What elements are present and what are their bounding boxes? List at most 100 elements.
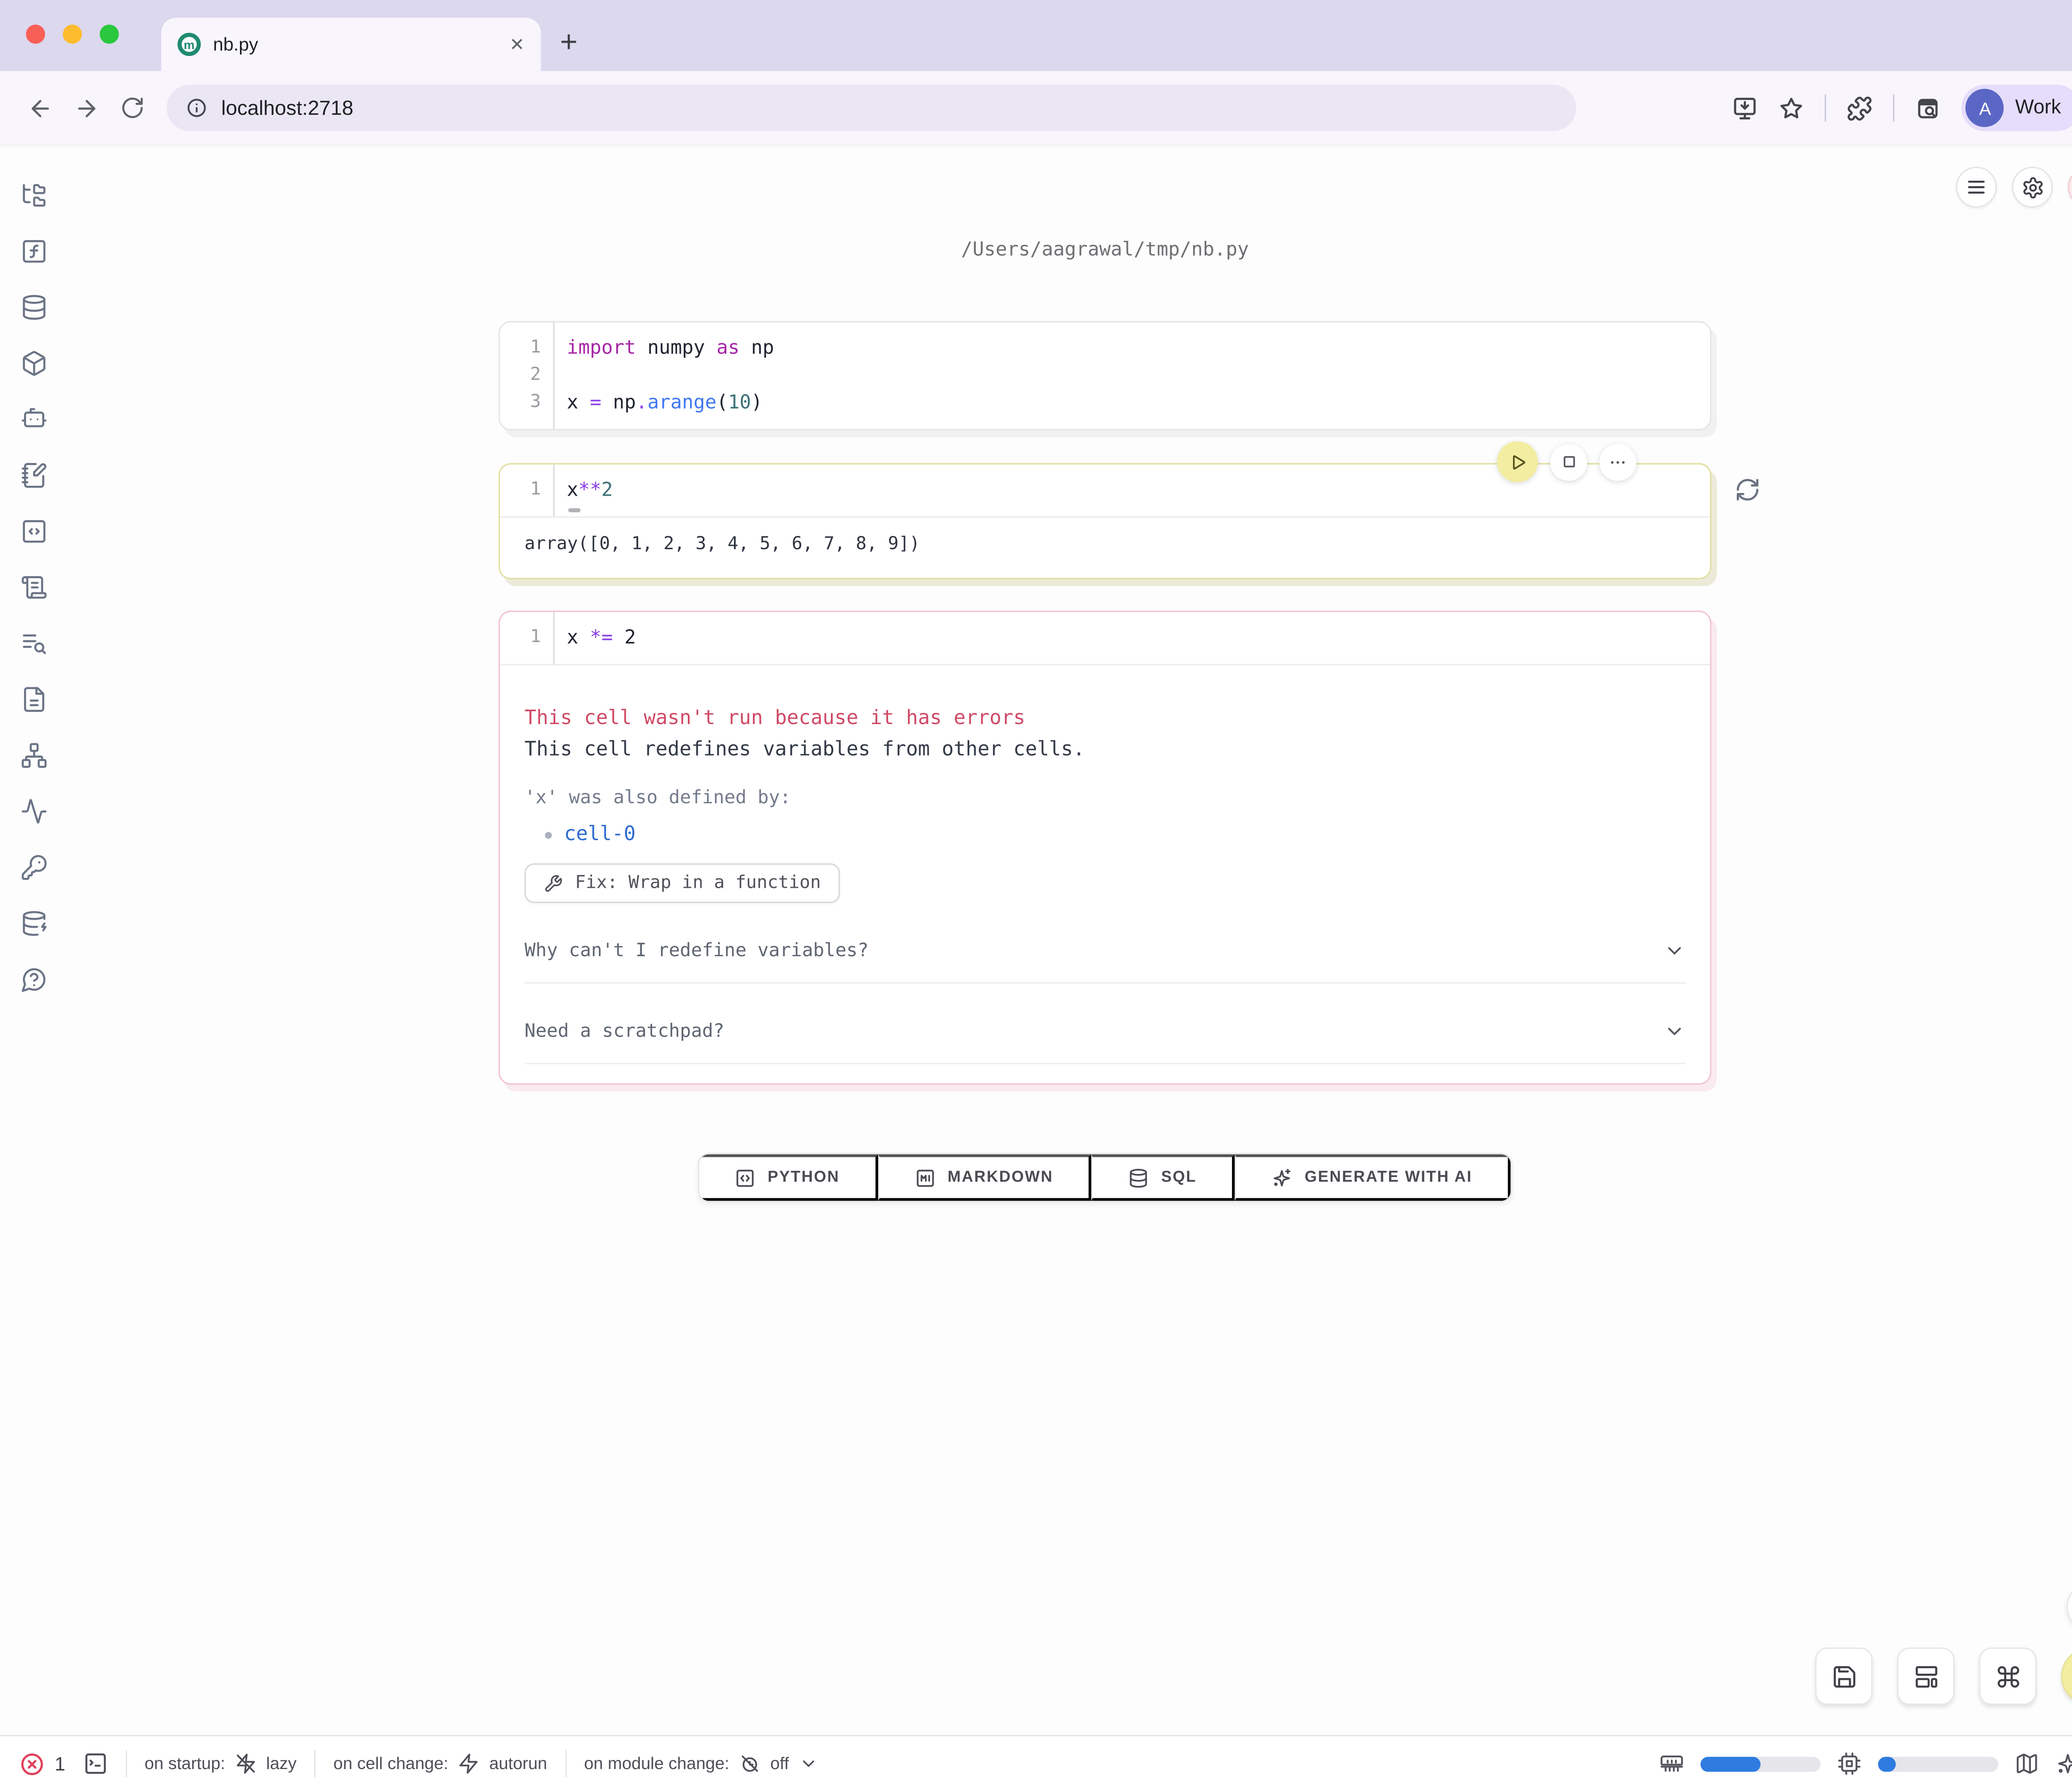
snippets-icon[interactable] — [20, 518, 48, 545]
code-editor[interactable]: import numpy as np x = np.arange(10) — [554, 322, 1710, 429]
minimap-toggle-button[interactable] — [2067, 1583, 2072, 1630]
datasources-icon[interactable] — [20, 294, 48, 321]
code-editor[interactable]: x *= 2 — [554, 612, 1710, 664]
statusbar-divider — [126, 1750, 127, 1777]
tab-search-icon[interactable] — [1915, 95, 1941, 121]
code-line[interactable]: import numpy as np — [567, 334, 1710, 362]
new-tab-button[interactable]: + — [560, 24, 577, 60]
zap-icon — [458, 1753, 480, 1775]
cell-error-panel: This cell wasn't run because it has erro… — [500, 665, 1710, 1083]
extensions-puzzle-icon[interactable] — [1847, 95, 1873, 121]
help-icon[interactable] — [20, 966, 48, 993]
add-python-cell-button[interactable]: PYTHON — [700, 1154, 878, 1201]
scratchpad-icon[interactable] — [20, 462, 48, 489]
cell-more-options-button[interactable] — [1599, 444, 1636, 480]
tracing-icon[interactable] — [20, 798, 48, 825]
zoom-window-button[interactable] — [100, 24, 119, 44]
fix-button-label: Fix: Wrap in a function — [575, 873, 821, 893]
error-count-indicator[interactable]: 1 — [19, 1751, 65, 1777]
generate-with-ai-button[interactable]: GENERATE WITH AI — [1235, 1154, 1510, 1201]
code-icon — [735, 1167, 755, 1188]
window-controls — [26, 24, 119, 44]
minimap-icon[interactable] — [2014, 1751, 2039, 1776]
error-defined-by-item: cell-0 — [525, 824, 1686, 846]
command-icon — [1995, 1663, 2021, 1689]
add-sql-label: SQL — [1161, 1169, 1197, 1186]
toolbar-right-icons: A Work — [1733, 85, 2072, 131]
line-number: 1 — [500, 624, 541, 652]
faq-scratchpad-accordion[interactable]: Need a scratchpad? — [525, 1003, 1686, 1064]
save-icon — [1831, 1663, 1857, 1689]
cache-icon[interactable] — [20, 910, 48, 937]
on-module-change-setting[interactable]: on module change: off — [584, 1753, 818, 1775]
error-title: This cell wasn't run because it has erro… — [525, 708, 1686, 729]
variables-icon[interactable] — [20, 238, 48, 265]
terminal-button[interactable] — [83, 1751, 107, 1776]
markdown-icon — [915, 1167, 935, 1188]
on-module-change-value: off — [770, 1754, 789, 1773]
documentation-icon[interactable] — [20, 574, 48, 601]
code-line[interactable] — [567, 362, 1710, 389]
reload-button[interactable] — [109, 85, 156, 131]
watch-off-icon — [739, 1753, 761, 1775]
on-startup-label: on startup: — [145, 1754, 225, 1773]
layout-toggle-button[interactable] — [1897, 1648, 1954, 1705]
on-cell-change-value: autorun — [489, 1754, 547, 1773]
notebook-column: /Users/aagrawal/tmp/nb.py 123 import num… — [68, 145, 2072, 1735]
database-icon — [1128, 1167, 1149, 1188]
resource-indicators — [1660, 1751, 2072, 1777]
on-cell-change-setting[interactable]: on cell change: autorun — [334, 1753, 547, 1775]
ram-usage-meter — [1700, 1756, 1820, 1771]
interrupt-cell-button[interactable] — [1550, 444, 1587, 480]
refresh-stale-cell-button[interactable] — [1735, 477, 1761, 503]
address-bar[interactable]: localhost:2718 — [167, 85, 1576, 131]
faq-redefine-accordion[interactable]: Why can't I redefine variables? — [525, 922, 1686, 984]
faq-redefine-label: Why can't I redefine variables? — [525, 940, 869, 962]
code-cell-2[interactable]: 1 x *= 2 This cell wasn't run because it… — [499, 611, 1711, 1085]
code-line[interactable]: x *= 2 — [567, 624, 1710, 652]
packages-icon[interactable] — [20, 350, 48, 377]
chevron-down-icon — [1663, 940, 1685, 962]
code-line[interactable]: x = np.arange(10) — [567, 389, 1710, 417]
line-number-gutter: 123 — [500, 322, 554, 429]
ram-icon — [1660, 1751, 1684, 1776]
on-startup-value: lazy — [266, 1754, 296, 1773]
file-explorer-icon[interactable] — [20, 182, 48, 209]
cell-0-link[interactable]: cell-0 — [564, 824, 636, 846]
notebook-filepath[interactable]: /Users/aagrawal/tmp/nb.py — [961, 239, 1249, 261]
add-markdown-cell-button[interactable]: MARKDOWN — [878, 1154, 1092, 1201]
code-cell-0[interactable]: 123 import numpy as np x = np.arange(10) — [499, 321, 1711, 431]
run-cell-button[interactable] — [1497, 441, 1538, 482]
on-startup-setting[interactable]: on startup: lazy — [145, 1753, 297, 1775]
app-window: m nb.py ✕ + localhost:2718 A — [0, 0, 2072, 1791]
wrench-icon — [544, 874, 563, 893]
profile-name: Work — [2015, 97, 2061, 119]
secrets-key-icon[interactable] — [20, 854, 48, 881]
bookmark-star-icon[interactable] — [1779, 95, 1805, 121]
outline-icon[interactable] — [20, 686, 48, 713]
logs-icon[interactable] — [20, 630, 48, 657]
dependency-graph-icon[interactable] — [20, 742, 48, 769]
code-cell-1[interactable]: 1 x**2 array([0, 1, 2, 3, 4, 5, 6, 7, 8,… — [499, 463, 1711, 579]
back-button[interactable] — [17, 85, 63, 131]
add-sql-cell-button[interactable]: SQL — [1092, 1154, 1235, 1201]
reload-icon — [120, 96, 145, 120]
ai-sparkles-icon[interactable] — [2055, 1751, 2072, 1776]
cpu-icon — [1837, 1751, 1861, 1776]
keyboard-shortcuts-button[interactable] — [1979, 1648, 2036, 1705]
profile-button[interactable]: A Work — [1962, 85, 2072, 131]
close-window-button[interactable] — [26, 24, 45, 44]
close-tab-icon[interactable]: ✕ — [510, 34, 525, 56]
floating-controls — [1815, 1583, 2072, 1705]
browser-tab[interactable]: m nb.py ✕ — [161, 18, 541, 71]
fix-wrap-in-function-button[interactable]: Fix: Wrap in a function — [525, 863, 840, 903]
minimize-window-button[interactable] — [63, 24, 82, 44]
save-notebook-button[interactable] — [1815, 1648, 1872, 1705]
cpu-usage-meter — [1878, 1756, 1998, 1771]
helper-panel-rail — [0, 182, 68, 993]
faq-scratchpad-label: Need a scratchpad? — [525, 1020, 724, 1042]
ai-chat-icon[interactable] — [20, 406, 48, 433]
forward-button[interactable] — [63, 85, 109, 131]
run-all-cells-button[interactable] — [2061, 1648, 2072, 1705]
install-app-icon[interactable] — [1733, 95, 1759, 121]
